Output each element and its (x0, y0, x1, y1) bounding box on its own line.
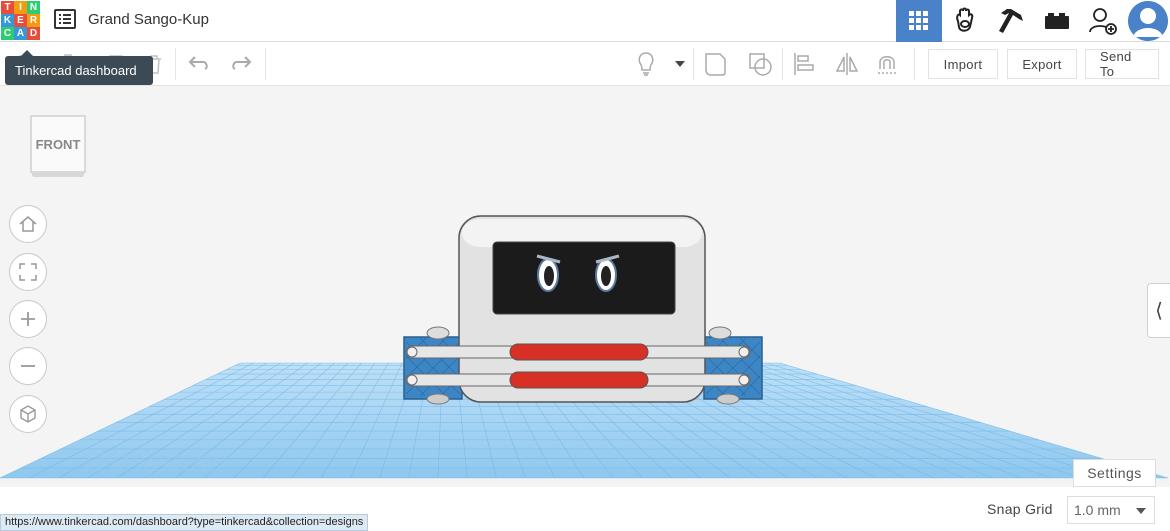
status-url: https://www.tinkercad.com/dashboard?type… (0, 514, 369, 531)
zoom-in-button[interactable] (9, 300, 47, 338)
lightbulb-icon[interactable] (632, 50, 660, 78)
align-icon[interactable] (790, 50, 818, 78)
cube-icon (20, 405, 36, 423)
logo-letter: I (14, 1, 27, 14)
lego-brick-icon[interactable] (1034, 0, 1080, 42)
toolbar-divider (914, 48, 915, 80)
logo-letter: D (27, 27, 40, 40)
shapes-panel-toggle[interactable]: ⟨ (1147, 283, 1170, 338)
logo-letter: K (1, 14, 14, 27)
toolbar-divider (782, 48, 783, 80)
logo-letter: E (14, 14, 27, 27)
snap-grid-value: 1.0 mm (1074, 502, 1121, 518)
mirror-icon[interactable] (833, 50, 861, 78)
magnet-icon[interactable] (874, 50, 902, 78)
logo-letter: A (14, 27, 27, 40)
export-button[interactable]: Export (1007, 49, 1077, 79)
user-avatar[interactable] (1128, 1, 1168, 41)
view-cube-front-label: FRONT (36, 137, 81, 152)
snap-grid-label: Snap Grid (987, 501, 1053, 517)
fit-view-button[interactable] (9, 253, 47, 291)
settings-button[interactable]: Settings (1073, 459, 1156, 487)
redo-icon[interactable] (227, 50, 255, 78)
workplane-viewport[interactable]: Workplane (0, 86, 1170, 486)
import-button[interactable]: Import (928, 49, 998, 79)
group-icon[interactable] (702, 50, 730, 78)
logo-letter: N (27, 1, 40, 14)
design-list-icon[interactable] (54, 9, 76, 29)
logo-letter: R (27, 14, 40, 27)
tinkercad-logo[interactable]: TINKERCAD (1, 1, 41, 41)
ungroup-icon[interactable] (746, 50, 774, 78)
logo-letter: T (1, 1, 14, 14)
chevron-left-icon: ⟨ (1155, 300, 1163, 322)
chevron-down-icon[interactable] (666, 50, 694, 78)
send-to-button[interactable]: Send To (1085, 49, 1159, 79)
dashboard-tooltip: Tinkercad dashboard (5, 50, 153, 85)
header-actions (896, 0, 1170, 42)
toolbar-divider (693, 48, 694, 80)
view-cube[interactable]: FRONT (29, 114, 87, 178)
home-icon (19, 216, 37, 232)
undo-icon[interactable] (185, 50, 213, 78)
zoom-out-button[interactable] (9, 347, 47, 385)
toolbar-divider (265, 48, 266, 80)
invite-user-icon[interactable] (1080, 0, 1126, 42)
top-bar: TINKERCAD Grand Sango-Kup (0, 0, 1170, 42)
chevron-down-icon (1136, 508, 1146, 514)
minecraft-pickaxe-icon[interactable] (988, 0, 1034, 42)
fit-all-icon (19, 263, 37, 281)
circuits-hand-icon[interactable] (942, 0, 988, 42)
home-view-button[interactable] (9, 205, 47, 243)
orthographic-view-button[interactable] (9, 395, 47, 433)
workplane-label: Workplane (77, 444, 233, 478)
logo-letter: C (1, 27, 14, 40)
3d-design-grid-icon[interactable] (896, 0, 942, 42)
toolbar-divider (175, 48, 176, 80)
robot-model[interactable] (403, 215, 763, 405)
minus-icon (21, 365, 35, 367)
plus-icon (21, 312, 35, 326)
snap-grid-select[interactable]: 1.0 mm (1067, 496, 1155, 524)
design-title[interactable]: Grand Sango-Kup (88, 11, 209, 28)
edit-toolbar: Import Export Send To (0, 42, 1170, 86)
